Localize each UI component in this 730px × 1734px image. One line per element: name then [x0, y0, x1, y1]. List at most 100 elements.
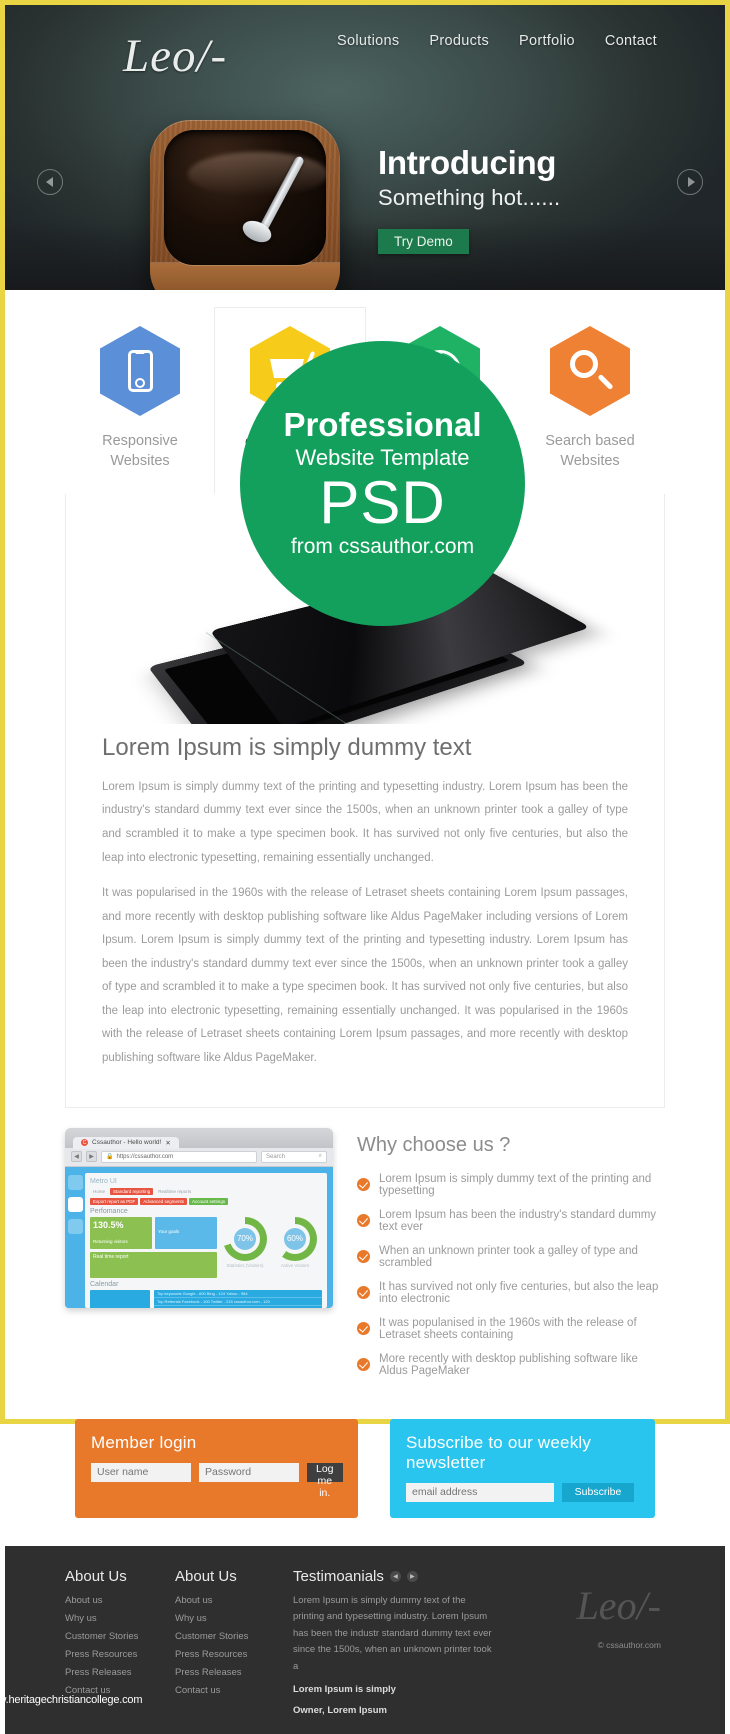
footer-link-customer-stories-2[interactable]: Customer Stories	[175, 1631, 285, 1642]
check-circle-icon	[357, 1358, 370, 1372]
footer-link-press-releases[interactable]: Press Releases	[65, 1667, 175, 1678]
footer-link-whyus[interactable]: Why us	[65, 1613, 175, 1624]
footer-right: Leo/- © cssauthor.com	[577, 1568, 665, 1719]
footer-link-press-resources[interactable]: Press Resources	[65, 1649, 175, 1660]
traffic-row: Top Referrals Facebook - 100 Twitter - 2…	[154, 1298, 322, 1306]
footer-link-about-2[interactable]: About us	[175, 1595, 285, 1606]
hexagon-badge	[100, 326, 180, 416]
mobile-phone-icon	[127, 350, 153, 392]
sidebar-icon-search[interactable]	[67, 1174, 83, 1190]
newsletter-form-row: Subscribe	[406, 1482, 639, 1502]
realtime-report-tile[interactable]: Real time report	[90, 1251, 217, 1278]
testimonial-prev-button[interactable]: ◀	[389, 1570, 401, 1582]
check-circle-icon	[357, 1250, 370, 1264]
traffic-list: Top keywords Google - 600 Bing - 124 Yah…	[154, 1289, 322, 1308]
footer-link-whyus-2[interactable]: Why us	[175, 1613, 285, 1624]
feature-card-searchbased[interactable]: Search based Websites	[515, 308, 665, 494]
why-item-text: Lorem Ipsum is simply dummy text of the …	[379, 1172, 652, 1197]
check-circle-icon	[357, 1178, 370, 1192]
login-form-row: Log me in.	[91, 1462, 343, 1499]
browser-search-input[interactable]: Search ⌕	[261, 1150, 327, 1163]
donut1-value: 70%	[234, 1227, 256, 1250]
page-root: Leo/- Solutions Products Portfolio Conta…	[0, 0, 730, 1734]
footer-link-contact-2[interactable]: Contact us	[175, 1685, 285, 1696]
psd-promo-badge: Professional Website Template PSD from c…	[240, 341, 525, 626]
password-input[interactable]	[199, 1462, 299, 1482]
metric-value: 130.5%	[93, 1219, 124, 1230]
login-title: Member login	[91, 1432, 197, 1452]
sidebar-icon-dashboard[interactable]	[67, 1196, 83, 1212]
footer-link-press-resources-2[interactable]: Press Resources	[175, 1649, 285, 1660]
footer-link-customer-stories[interactable]: Customer Stories	[65, 1631, 175, 1642]
app-title: Metro UI	[90, 1177, 117, 1185]
nav-item-products[interactable]: Products	[429, 33, 489, 49]
browser-tab-title: Cssauthor - Hello world!	[92, 1139, 162, 1147]
browser-viewport: Metro UI Home Standard reporting Realtim…	[65, 1166, 333, 1308]
login-button[interactable]: Log me in.	[307, 1462, 343, 1499]
app-tab-standard[interactable]: Standard reporting	[110, 1187, 154, 1195]
box-base	[150, 262, 340, 290]
psd-badge-line3: PSD	[319, 468, 446, 536]
donut2-label: Active Visitors	[280, 1262, 310, 1268]
username-input[interactable]	[91, 1462, 191, 1482]
testimonial-author: Lorem Ipsum is simply	[293, 1683, 396, 1695]
traffic-row: Top Social Traffic Facebook - 300 Twitte…	[154, 1306, 322, 1308]
donut-statistics: 70%	[223, 1216, 267, 1261]
hero-title: Introducing	[378, 144, 557, 181]
box-interior	[164, 130, 328, 265]
toolbar-export[interactable]: Export report as PDF	[90, 1197, 139, 1205]
list-item: More recently with desktop publishing so…	[357, 1353, 665, 1377]
footer-link-press-releases-2[interactable]: Press Releases	[175, 1667, 285, 1678]
footer-logo: Leo/-	[576, 1582, 661, 1628]
why-choose-us-section: C Cssauthor - Hello world! ✕ ◀ ▶ 🔒 https…	[5, 1108, 725, 1389]
testimonial-next-button[interactable]: ▶	[406, 1570, 418, 1582]
site-logo[interactable]: Leo/-	[123, 29, 227, 83]
feature-label: Search based Websites	[519, 432, 661, 471]
newsletter-panel: Subscribe to our weekly newsletter Subsc…	[390, 1418, 655, 1518]
why-item-text: It has survived not only five centuries,…	[379, 1280, 659, 1305]
app-tab-realtime[interactable]: Realtime reports	[155, 1188, 194, 1195]
sidebar-icon-widgets[interactable]	[67, 1218, 83, 1234]
carousel-prev-button[interactable]	[37, 169, 63, 195]
browser-urlbar: ◀ ▶ 🔒 https://cssauthor.com Search ⌕	[65, 1147, 333, 1167]
favicon-icon: C	[81, 1139, 88, 1147]
feature-card-responsive[interactable]: Responsive Websites	[65, 308, 215, 494]
donut1-label: Statistics (Visitors)	[226, 1262, 264, 1268]
try-demo-button[interactable]: Try Demo	[378, 229, 469, 255]
metric-tile-returning[interactable]: 130.5% Returning visitors	[90, 1216, 152, 1249]
check-circle-icon	[357, 1286, 370, 1300]
testimonials-heading: Testimoanials	[293, 1567, 384, 1585]
metric-tile-goals[interactable]: Your goals	[155, 1216, 217, 1249]
app-tab-home[interactable]: Home	[90, 1188, 108, 1195]
toolbar-segments[interactable]: Advanced segments	[140, 1197, 188, 1205]
why-item-text: It was populanised in the 1960s with the…	[379, 1316, 637, 1341]
subscribe-button[interactable]: Subscribe	[562, 1482, 634, 1502]
forward-arrow-icon[interactable]: ▶	[86, 1151, 97, 1163]
why-item-text: More recently with desktop publishing so…	[379, 1352, 638, 1377]
performance-heading: Perfomance	[90, 1207, 128, 1215]
footer-col1-heading: About Us	[65, 1567, 127, 1585]
nav-item-contact[interactable]: Contact	[605, 33, 657, 49]
forms-row: Member login Log me in. Subscribe to our…	[5, 1389, 725, 1546]
testimonial-role: Owner, Lorem Ipsum	[293, 1704, 387, 1716]
footer-link-about[interactable]: About us	[65, 1595, 175, 1606]
email-input[interactable]	[406, 1482, 554, 1502]
calendar-widget[interactable]	[90, 1289, 150, 1308]
list-item: Lorem Ipsum is simply dummy text of the …	[357, 1173, 665, 1197]
browser-tab[interactable]: C Cssauthor - Hello world! ✕	[73, 1136, 179, 1149]
app-toolbar: Export report as PDF Advanced segments A…	[90, 1197, 322, 1205]
url-input[interactable]: 🔒 https://cssauthor.com	[101, 1150, 257, 1163]
nav-item-portfolio[interactable]: Portfolio	[519, 33, 575, 49]
back-arrow-icon[interactable]: ◀	[71, 1151, 82, 1163]
search-icon	[568, 349, 614, 393]
close-icon[interactable]: ✕	[165, 1139, 170, 1147]
carousel-next-button[interactable]	[677, 169, 703, 195]
toolbar-settings[interactable]: Account settings	[189, 1197, 229, 1205]
traffic-row: Top keywords Google - 600 Bing - 124 Yah…	[154, 1290, 322, 1298]
app-main: Metro UI Home Standard reporting Realtim…	[85, 1172, 327, 1308]
footer-col2-heading: About Us	[175, 1567, 237, 1585]
nav-item-solutions[interactable]: Solutions	[337, 33, 399, 49]
hero-text-block: Introducing Something hot...... Try Demo	[378, 144, 560, 255]
chevron-right-icon	[687, 177, 695, 187]
app-sidebar	[65, 1166, 85, 1308]
